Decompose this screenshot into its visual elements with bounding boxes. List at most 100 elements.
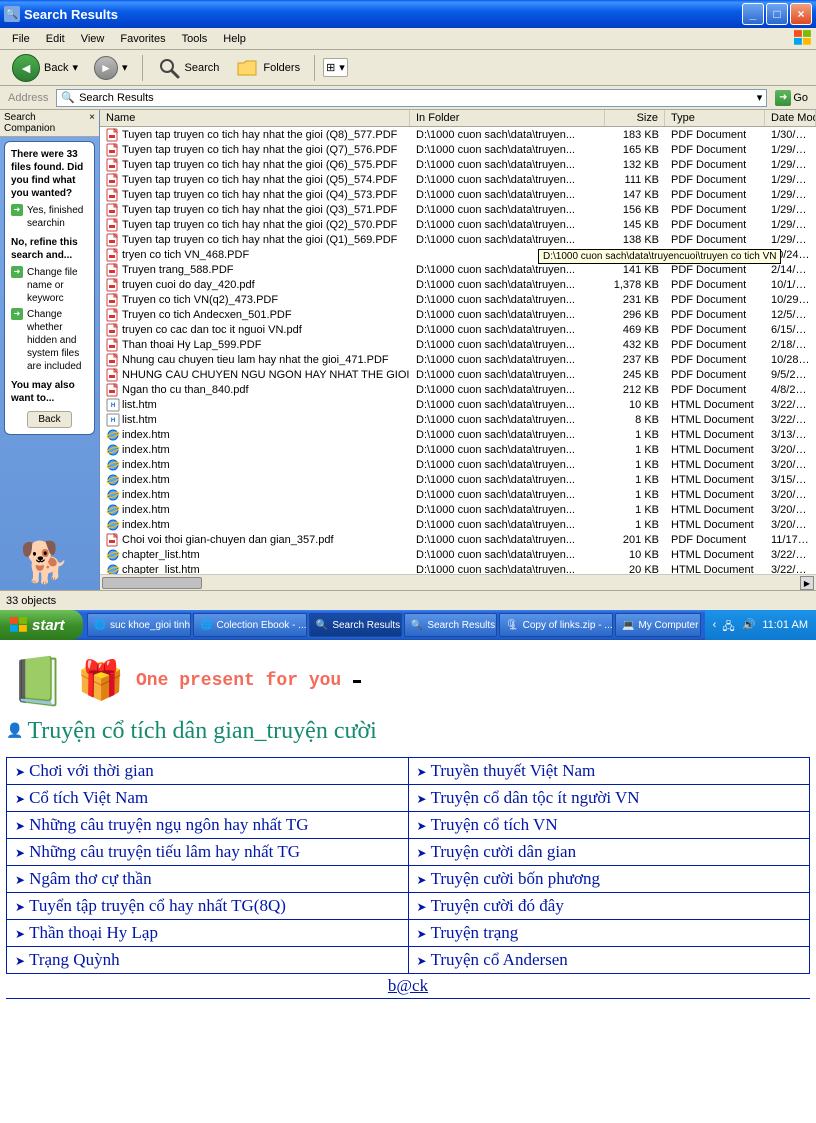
col-type[interactable]: Type bbox=[665, 110, 765, 126]
taskbar-item[interactable]: 🌐Colection Ebook - ... bbox=[193, 613, 307, 637]
link-cell[interactable]: ➤Truyện cổ Andersen bbox=[408, 947, 810, 974]
table-row[interactable]: truyen co cac dan toc it nguoi VN.pdfD:\… bbox=[100, 322, 816, 337]
file-folder: D:\1000 cuon sach\data\truyen... bbox=[410, 144, 605, 156]
tray-expand-icon[interactable]: ‹ bbox=[713, 619, 717, 631]
link-cell[interactable]: ➤Truyện cười bốn phương bbox=[408, 866, 810, 893]
table-row[interactable]: index.htmD:\1000 cuon sach\data\truyen..… bbox=[100, 502, 816, 517]
address-bar: Address 🔍 Search Results ▾ ➜ Go bbox=[0, 86, 816, 110]
companion-close-icon[interactable]: × bbox=[89, 112, 95, 134]
views-icon: ⊞ bbox=[326, 61, 335, 74]
table-row[interactable]: index.htmD:\1000 cuon sach\data\truyen..… bbox=[100, 487, 816, 502]
file-size: 111 KB bbox=[605, 174, 665, 186]
table-row[interactable]: Tuyen tap truyen co tich hay nhat the gi… bbox=[100, 142, 816, 157]
taskbar-item[interactable]: 🔍Search Results bbox=[404, 613, 497, 637]
scroll-right-icon[interactable]: ▶ bbox=[800, 576, 814, 590]
bullet-icon: ➤ bbox=[15, 954, 25, 968]
companion-back-button[interactable]: Back bbox=[27, 411, 71, 428]
close-button[interactable]: × bbox=[790, 3, 812, 25]
col-name[interactable]: Name bbox=[100, 110, 410, 126]
search-dog-icon[interactable]: 🐕 bbox=[20, 539, 70, 586]
link-cell[interactable]: ➤Tuyển tập truyện cổ hay nhất TG(8Q) bbox=[7, 893, 409, 920]
menu-help[interactable]: Help bbox=[215, 31, 254, 47]
link-cell[interactable]: ➤Truyện cổ tích VN bbox=[408, 812, 810, 839]
table-row[interactable]: index.htmD:\1000 cuon sach\data\truyen..… bbox=[100, 472, 816, 487]
table-row[interactable]: chapter_list.htmD:\1000 cuon sach\data\t… bbox=[100, 562, 816, 574]
link-cell[interactable]: ➤Truyền thuyết Việt Nam bbox=[408, 758, 810, 785]
clock[interactable]: 11:01 AM bbox=[762, 619, 808, 631]
table-row[interactable]: Tuyen tap truyen co tich hay nhat the gi… bbox=[100, 187, 816, 202]
minimize-button[interactable]: _ bbox=[742, 3, 764, 25]
link-cell[interactable]: ➤Trạng Quỳnh bbox=[7, 947, 409, 974]
menu-view[interactable]: View bbox=[73, 31, 113, 47]
table-row[interactable]: Tuyen tap truyen co tich hay nhat the gi… bbox=[100, 202, 816, 217]
folders-icon bbox=[235, 56, 259, 80]
table-row[interactable]: list.htmD:\1000 cuon sach\data\truyen...… bbox=[100, 412, 816, 427]
table-row[interactable]: list.htmD:\1000 cuon sach\data\truyen...… bbox=[100, 397, 816, 412]
menu-tools[interactable]: Tools bbox=[174, 31, 216, 47]
address-field[interactable]: 🔍 Search Results ▾ bbox=[56, 89, 767, 107]
link-cell[interactable]: ➤Cổ tích Việt Nam bbox=[7, 785, 409, 812]
horizontal-scrollbar[interactable]: ▶ bbox=[100, 574, 816, 590]
link-cell[interactable]: ➤Thần thoại Hy Lạp bbox=[7, 920, 409, 947]
taskbar-item[interactable]: 🗜Copy of links.zip - ... bbox=[499, 613, 613, 637]
views-button[interactable]: ⊞ ▾ bbox=[323, 58, 348, 77]
table-row[interactable]: Truyen co tich Andecxen_501.PDFD:\1000 c… bbox=[100, 307, 816, 322]
link-cell[interactable]: ➤Truyện cười dân gian bbox=[408, 839, 810, 866]
table-row[interactable]: Tuyen tap truyen co tich hay nhat the gi… bbox=[100, 127, 816, 142]
back-button[interactable]: ◄ Back ▾ bbox=[6, 51, 84, 85]
go-button[interactable]: ➜ Go bbox=[771, 90, 812, 106]
option-change-hidden[interactable]: ➜ Change whether hidden and system files… bbox=[11, 308, 88, 373]
table-row[interactable]: Tuyen tap truyen co tich hay nhat the gi… bbox=[100, 157, 816, 172]
table-row[interactable]: truyen cuoi do day_420.pdfD:\1000 cuon s… bbox=[100, 277, 816, 292]
also-heading: You may also want to... bbox=[11, 379, 88, 405]
taskbar-item[interactable]: 🔍Search Results bbox=[309, 613, 402, 637]
taskbar-item[interactable]: 🌐suc khoe_gioi tinh bbox=[87, 613, 192, 637]
option-yes-finished[interactable]: ➜ Yes, finished searchin bbox=[11, 204, 88, 230]
table-row[interactable]: index.htmD:\1000 cuon sach\data\truyen..… bbox=[100, 442, 816, 457]
pdf-file-icon bbox=[106, 338, 120, 352]
table-row[interactable]: Than thoai Hy Lap_599.PDFD:\1000 cuon sa… bbox=[100, 337, 816, 352]
menu-favorites[interactable]: Favorites bbox=[112, 31, 173, 47]
start-button[interactable]: start bbox=[0, 610, 83, 640]
folders-button[interactable]: Folders bbox=[229, 53, 306, 83]
link-cell[interactable]: ➤Những câu truyện tiếu lâm hay nhất TG bbox=[7, 839, 409, 866]
table-row[interactable]: Truyen trang_588.PDFD:\1000 cuon sach\da… bbox=[100, 262, 816, 277]
table-row[interactable]: index.htmD:\1000 cuon sach\data\truyen..… bbox=[100, 427, 816, 442]
dropdown-arrow-icon[interactable]: ▾ bbox=[757, 91, 763, 104]
link-cell[interactable]: ➤Chơi với thời gian bbox=[7, 758, 409, 785]
table-row[interactable]: Nhung cau chuyen tieu lam hay nhat the g… bbox=[100, 352, 816, 367]
back-link[interactable]: b@ck bbox=[6, 976, 810, 996]
forward-button[interactable]: ► ▾ bbox=[88, 53, 134, 83]
table-row[interactable]: Tuyen tap truyen co tich hay nhat the gi… bbox=[100, 217, 816, 232]
table-row[interactable]: index.htmD:\1000 cuon sach\data\truyen..… bbox=[100, 517, 816, 532]
link-cell[interactable]: ➤Truyện cổ dân tộc ít người VN bbox=[408, 785, 810, 812]
tray-network-icon[interactable]: 🖧 bbox=[722, 618, 736, 632]
link-cell[interactable]: ➤Truyện cười đó đây bbox=[408, 893, 810, 920]
table-row[interactable]: Truyen co tich VN(q2)_473.PDFD:\1000 cuo… bbox=[100, 292, 816, 307]
maximize-button[interactable]: □ bbox=[766, 3, 788, 25]
search-button[interactable]: Search bbox=[151, 53, 226, 83]
menu-file[interactable]: File bbox=[4, 31, 38, 47]
file-type: PDF Document bbox=[665, 279, 765, 291]
link-cell[interactable]: ➤Truyện trạng bbox=[408, 920, 810, 947]
link-cell[interactable]: ➤Ngâm thơ cự thần bbox=[7, 866, 409, 893]
menu-edit[interactable]: Edit bbox=[38, 31, 73, 47]
table-row[interactable]: Tuyen tap truyen co tich hay nhat the gi… bbox=[100, 232, 816, 247]
col-date[interactable]: Date Modified bbox=[765, 110, 816, 126]
table-row[interactable]: Ngan tho cu than_840.pdfD:\1000 cuon sac… bbox=[100, 382, 816, 397]
table-row[interactable]: chapter_list.htmD:\1000 cuon sach\data\t… bbox=[100, 547, 816, 562]
option-change-name[interactable]: ➜ Change file name or keyworc bbox=[11, 266, 88, 305]
col-size[interactable]: Size bbox=[605, 110, 665, 126]
link-cell[interactable]: ➤Những câu truyện ngụ ngôn hay nhất TG bbox=[7, 812, 409, 839]
table-row[interactable]: Tuyen tap truyen co tich hay nhat the gi… bbox=[100, 172, 816, 187]
table-row[interactable]: index.htmD:\1000 cuon sach\data\truyen..… bbox=[100, 457, 816, 472]
table-row[interactable]: NHUNG CAU CHUYEN NGU NGON HAY NHAT THE G… bbox=[100, 367, 816, 382]
treasure-chest-icon: 🎁 bbox=[74, 656, 128, 706]
taskbar-item[interactable]: 💻My Computer bbox=[615, 613, 701, 637]
tray-volume-icon[interactable]: 🔊 bbox=[742, 618, 756, 632]
bullet-icon: ➤ bbox=[417, 792, 427, 806]
table-row[interactable]: Choi voi thoi gian-chuyen dan gian_357.p… bbox=[100, 532, 816, 547]
col-folder[interactable]: In Folder bbox=[410, 110, 605, 126]
scrollbar-thumb[interactable] bbox=[102, 577, 202, 589]
file-name: Tuyen tap truyen co tich hay nhat the gi… bbox=[122, 144, 397, 156]
